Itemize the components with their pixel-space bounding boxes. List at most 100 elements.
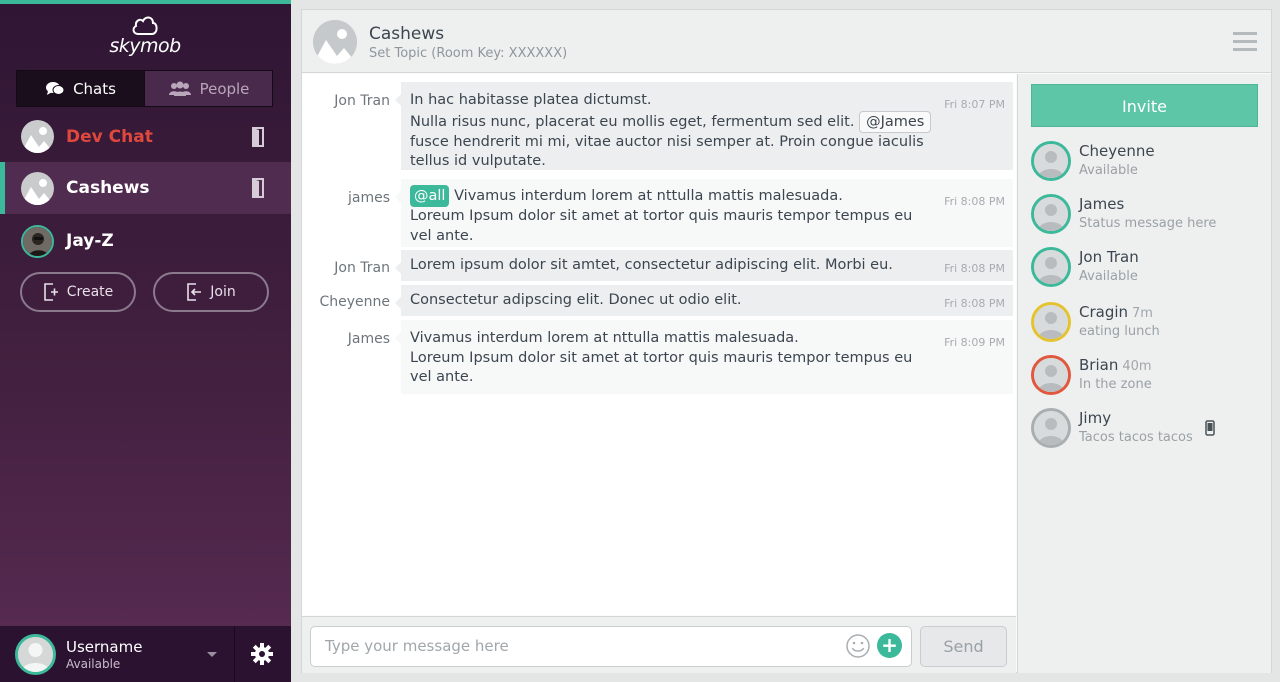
person-item[interactable]: Cheyenne Available [1031,141,1261,187]
person-status: Available [1079,269,1138,284]
room-item-cashews[interactable]: Cashews [0,162,291,214]
user-status: Available [66,657,121,671]
person-name: James [1079,195,1125,213]
message-input[interactable]: Type your message here [310,626,912,667]
person-name: Cheyenne [1079,142,1155,160]
room-avatar [21,120,54,153]
room-name: Cashews [66,178,150,198]
message-text: Vivamus interdum lorem at nttulla mattis… [410,330,799,346]
divider [234,626,235,682]
room-header-avatar [313,20,357,64]
message-time: Fri 8:07 PM [944,98,1005,111]
message-time: Fri 8:09 PM [944,336,1005,349]
person-status: Status message here [1079,216,1217,231]
room-title: Cashews [369,24,445,44]
app-logo: skymob [105,14,185,60]
message-text: vel ante. [410,227,474,244]
person-name: Jon Tran [1079,248,1139,266]
create-label: Create [66,284,114,300]
message-text: In hac habitasse platea dictumst. [410,92,652,108]
message-time: Fri 8:08 PM [944,262,1005,275]
leave-room-icon[interactable] [250,127,266,147]
person-avatar [1031,247,1071,287]
chat-panel: Cashews Set Topic (Room Key: XXXXXX) Jon… [301,9,1272,673]
room-item-jay-z[interactable]: Jay-Z [0,215,291,267]
leave-room-icon[interactable] [250,178,266,198]
message-bubble: Vivamus interdum lorem at nttulla mattis… [395,320,1013,394]
message-text: fusce hendrerit mi mi, vitae auctor nisi… [410,133,924,150]
chat-bubbles-icon [46,81,65,95]
person-avatar [1031,302,1071,342]
person-item[interactable]: Cragin 7m eating lunch [1031,302,1261,348]
user-name: Username [66,638,143,656]
person-status: Available [1079,163,1138,178]
mention-all-tag[interactable]: @all [410,185,450,207]
message-text: vel ante. [410,369,474,385]
accent-line [0,0,291,4]
status-dropdown-icon[interactable] [207,652,217,657]
hamburger-menu-icon[interactable] [1233,32,1257,56]
person-status: eating lunch [1079,324,1160,339]
join-room-button[interactable]: Join [153,272,269,312]
message-time: Fri 8:08 PM [944,195,1005,208]
join-label: Join [210,284,236,300]
message-author: Cheyenne [319,294,390,310]
message-author: Jon Tran [334,93,390,109]
gear-icon[interactable] [251,643,273,665]
message-text: Loreum Ipsum dolor sit amet at tortor qu… [410,208,913,224]
mention-tag[interactable]: @James [859,110,932,133]
join-icon [187,283,202,301]
tab-chats-label: Chats [73,79,116,98]
message-text: Loreum Ipsum dolor sit amet at tortor qu… [410,349,913,366]
message-bubble: In hac habitasse platea dictumst. Nulla … [395,82,1013,170]
person-item[interactable]: Jon Tran Available [1031,247,1261,293]
people-icon [168,81,191,96]
message-bubble: @all Vivamus interdum lorem at nttulla m… [395,179,1013,247]
room-item-dev-chat[interactable]: Dev Chat [0,111,291,163]
tab-chats[interactable]: Chats [17,71,144,106]
room-name: Dev Chat [66,127,153,147]
message-author: james [347,190,390,206]
message-bubble: Lorem ipsum dolor sit amtet, consectetur… [395,250,1013,281]
person-avatar [1031,408,1071,448]
logo-text: skymob [109,35,181,57]
emoji-icon[interactable] [845,633,871,659]
person-idle-time: 40m [1122,359,1152,374]
person-name: Brian 40m [1079,356,1152,374]
message-list: Jon Tran In hac habitasse platea dictums… [302,74,1016,615]
person-name: Cragin 7m [1079,303,1153,321]
message-author: James [347,331,390,347]
message-author: Jon Tran [334,260,390,276]
person-item[interactable]: Jimy Tacos tacos tacos [1031,408,1261,454]
message-text: Consectetur adipscing elit. Donec ut odi… [410,292,742,308]
create-icon [43,283,58,301]
tab-people-label: People [199,79,250,98]
sidebar: skymob Chats People Dev Chat Cashews Jay… [0,0,291,682]
message-text: Nulla risus nunc, placerat eu mollis ege… [410,113,855,130]
add-attachment-icon[interactable]: + [877,633,902,658]
message-time: Fri 8:08 PM [944,297,1005,310]
person-item[interactable]: Brian 40m In the zone [1031,355,1261,401]
person-item[interactable]: James Status message here [1031,194,1261,240]
selected-indicator [0,162,5,214]
create-room-button[interactable]: Create [20,272,136,312]
room-header: Cashews Set Topic (Room Key: XXXXXX) [302,10,1271,73]
message-bubble: Consectetur adipscing elit. Donec ut odi… [395,285,1013,316]
person-avatar [1031,141,1071,181]
current-user-bar: Username Available [0,626,291,682]
send-button[interactable]: Send [920,626,1007,667]
message-text: tellus id vulputate. [410,153,546,169]
user-avatar[interactable] [15,634,56,675]
room-avatar [21,225,54,258]
people-panel: Invite Cheyenne Available James Status m… [1017,74,1271,673]
person-status: In the zone [1079,377,1152,392]
sidebar-tab-switcher: Chats People [16,70,273,107]
person-name: Jimy [1079,409,1112,427]
person-avatar [1031,355,1071,395]
room-topic[interactable]: Set Topic (Room Key: XXXXXX) [369,46,567,61]
person-status: Tacos tacos tacos [1079,430,1193,445]
person-avatar [1031,194,1071,234]
invite-button[interactable]: Invite [1031,84,1258,127]
person-idle-time: 7m [1132,306,1153,321]
tab-people[interactable]: People [144,71,272,106]
